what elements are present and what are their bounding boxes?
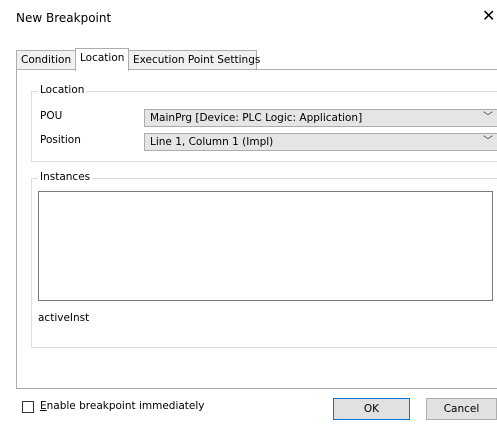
chevron-down-icon: ﹀ bbox=[483, 112, 493, 123]
pou-combobox[interactable]: MainPrg [Device: PLC Logic: Application]… bbox=[144, 109, 497, 127]
ok-button[interactable]: OK bbox=[333, 398, 410, 420]
instances-list[interactable] bbox=[38, 191, 493, 301]
title-bar: New Breakpoint ✕ bbox=[0, 0, 497, 37]
tab-condition[interactable]: Condition bbox=[16, 50, 76, 70]
position-label: Position bbox=[40, 134, 81, 146]
tab-location[interactable]: Location bbox=[75, 48, 129, 71]
instances-group: Instances activeInst bbox=[31, 171, 497, 348]
chevron-down-icon: ﹀ bbox=[483, 136, 493, 147]
window-title: New Breakpoint bbox=[16, 11, 112, 25]
tab-execution-point-settings[interactable]: Execution Point Settings bbox=[128, 50, 260, 70]
position-value: Line 1, Column 1 (Impl) bbox=[150, 136, 274, 148]
cancel-button[interactable]: Cancel bbox=[426, 398, 497, 420]
location-group-legend: Location bbox=[38, 84, 87, 96]
enable-breakpoint-checkbox[interactable] bbox=[22, 401, 34, 413]
position-combobox[interactable]: Line 1, Column 1 (Impl) ﹀ bbox=[144, 133, 497, 151]
location-group: Location POU MainPrg [Device: PLC Logic:… bbox=[31, 84, 497, 162]
enable-breakpoint-label[interactable]: Enable breakpoint immediately bbox=[40, 400, 205, 412]
pou-value: MainPrg [Device: PLC Logic: Application] bbox=[150, 112, 363, 124]
location-tab-panel: Location POU MainPrg [Device: PLC Logic:… bbox=[16, 69, 497, 389]
instances-group-legend: Instances bbox=[38, 171, 93, 183]
close-icon[interactable]: ✕ bbox=[482, 6, 495, 25]
active-inst-label: activeInst bbox=[38, 312, 90, 324]
pou-label: POU bbox=[40, 110, 63, 122]
